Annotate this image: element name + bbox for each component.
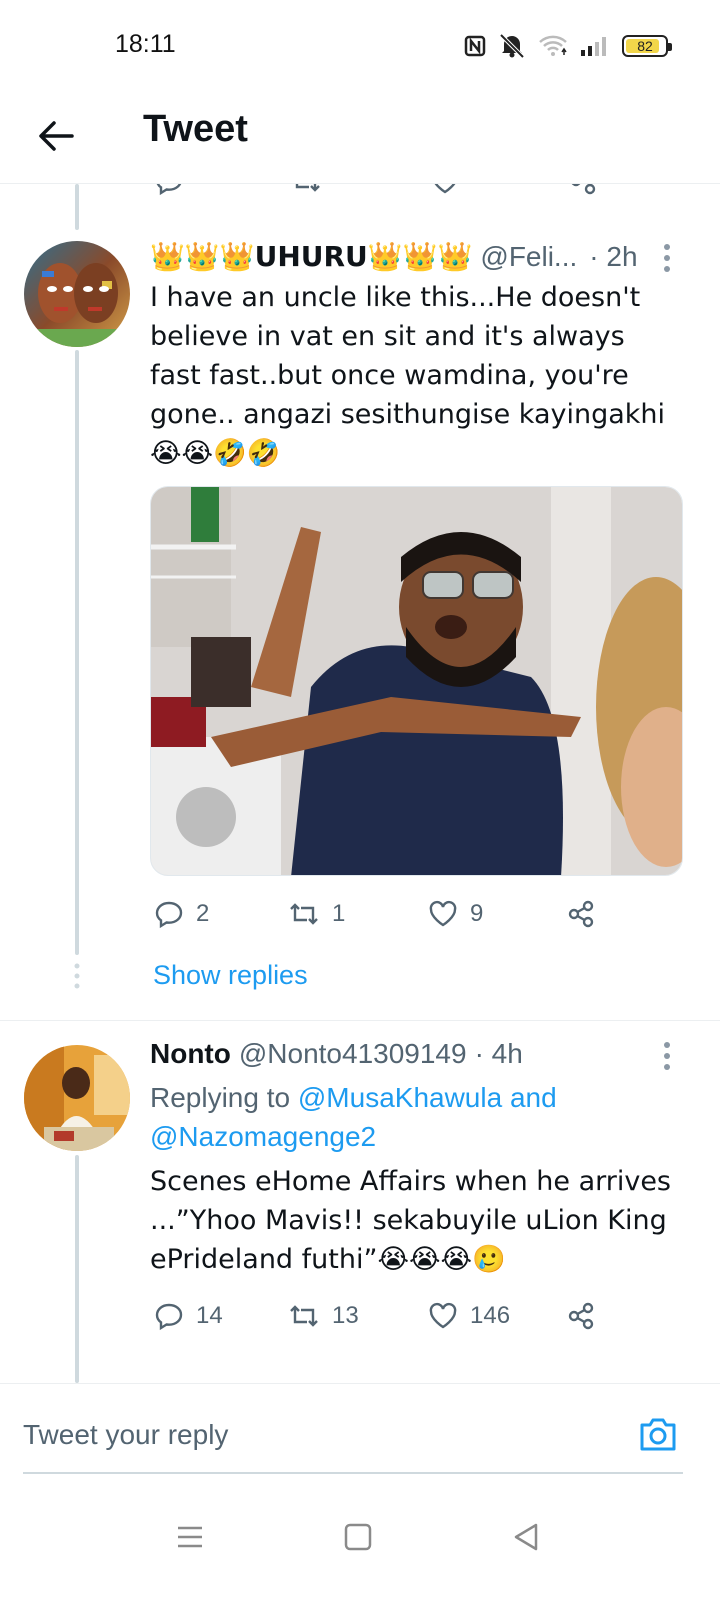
- share-button[interactable]: [566, 894, 596, 934]
- battery-level: 82: [637, 38, 653, 54]
- battery-icon: 82: [622, 35, 672, 57]
- reply-icon: [156, 184, 182, 196]
- camera-icon[interactable]: [636, 1412, 680, 1456]
- tweet-text: Scenes eHome Affairs when he arrives ...…: [150, 1166, 672, 1275]
- show-replies-link[interactable]: Show replies: [153, 960, 308, 991]
- avatar-photo-image: [24, 1045, 130, 1151]
- tweet-actions: 2 1 9: [150, 894, 610, 934]
- thread-line: [75, 184, 79, 230]
- handle[interactable]: @Feli...: [480, 241, 577, 273]
- status-icons: 82: [464, 30, 672, 62]
- reply-underline: [23, 1472, 683, 1474]
- retweet-icon: [290, 903, 318, 925]
- mute-icon: [499, 33, 525, 59]
- share-icon: [568, 1302, 594, 1330]
- reply-composer: Tweet your reply: [0, 1383, 720, 1600]
- reply-count: 2: [196, 900, 210, 927]
- thread-line: [75, 350, 79, 955]
- system-nav-bar: [0, 1499, 720, 1579]
- share-icon: [571, 184, 596, 195]
- like-icon: [429, 900, 457, 927]
- tweet-text: I have an uncle like this...He doesn't b…: [150, 282, 666, 469]
- arrow-left-icon[interactable]: [34, 114, 78, 158]
- top-app-bar: Tweet: [0, 92, 720, 184]
- retweet-count: 1: [332, 900, 346, 927]
- tweet-time: · 4h: [474, 1038, 523, 1069]
- previous-tweet-actions-clipped: [150, 184, 610, 198]
- tweet-time: · 2h: [589, 241, 638, 272]
- tweet-video-thumbnail[interactable]: [150, 486, 683, 876]
- home-square-icon[interactable]: [342, 1521, 374, 1553]
- more-vertical-icon[interactable]: [662, 1041, 672, 1071]
- back-triangle-icon[interactable]: [510, 1521, 542, 1553]
- tweet-header: Nonto @Nonto41309149 · 4h: [150, 1038, 523, 1070]
- avatar[interactable]: [24, 1045, 130, 1151]
- video-frame-image: [151, 487, 682, 875]
- thread-line: [75, 1155, 79, 1383]
- reply-count: 14: [196, 1302, 223, 1329]
- like-icon: [429, 1302, 457, 1329]
- page-title: Tweet: [143, 108, 248, 150]
- wifi-icon: [539, 35, 567, 56]
- retweet-icon: [295, 184, 320, 192]
- like-button[interactable]: 146: [428, 1296, 510, 1336]
- reply-button[interactable]: 2: [154, 894, 209, 934]
- tweet-header: 👑👑👑UHURU👑👑👑 @Feli... · 2h: [150, 240, 638, 273]
- like-button[interactable]: 9: [428, 894, 483, 934]
- reply-button[interactable]: 14: [154, 1296, 223, 1336]
- like-icon: [434, 184, 456, 194]
- retweet-button[interactable]: 1: [288, 894, 345, 934]
- share-button[interactable]: [566, 1296, 596, 1336]
- avatar[interactable]: [24, 241, 130, 347]
- handle[interactable]: @Nonto41309149: [239, 1038, 467, 1070]
- retweet-button[interactable]: 13: [288, 1296, 359, 1336]
- replying-to-prefix: Replying to: [150, 1082, 291, 1113]
- tweet-actions: 14 13 146: [150, 1296, 610, 1336]
- reply-icon: [155, 1303, 183, 1331]
- status-bar: 18:11 82: [0, 0, 720, 92]
- retweet-icon: [290, 1305, 318, 1327]
- reply-icon: [155, 901, 183, 929]
- status-time: 18:11: [115, 30, 176, 58]
- nfc-icon: [464, 35, 486, 57]
- display-name[interactable]: 👑👑👑UHURU👑👑👑: [150, 240, 472, 273]
- avatar-painting-image: [24, 241, 130, 347]
- retweet-count: 13: [332, 1302, 359, 1329]
- replying-to: Replying to @MusaKhawula and @Nazomageng…: [150, 1078, 680, 1156]
- more-vertical-icon[interactable]: [662, 243, 672, 273]
- reply-input[interactable]: Tweet your reply: [23, 1419, 228, 1451]
- thread-ellipsis-icon: [74, 963, 80, 989]
- menu-icon[interactable]: [174, 1521, 206, 1553]
- like-count: 9: [470, 900, 484, 927]
- like-count: 146: [470, 1302, 511, 1329]
- signal-icon: [581, 37, 606, 56]
- display-name[interactable]: Nonto: [150, 1038, 231, 1070]
- share-icon: [568, 900, 594, 928]
- divider: [0, 1020, 720, 1021]
